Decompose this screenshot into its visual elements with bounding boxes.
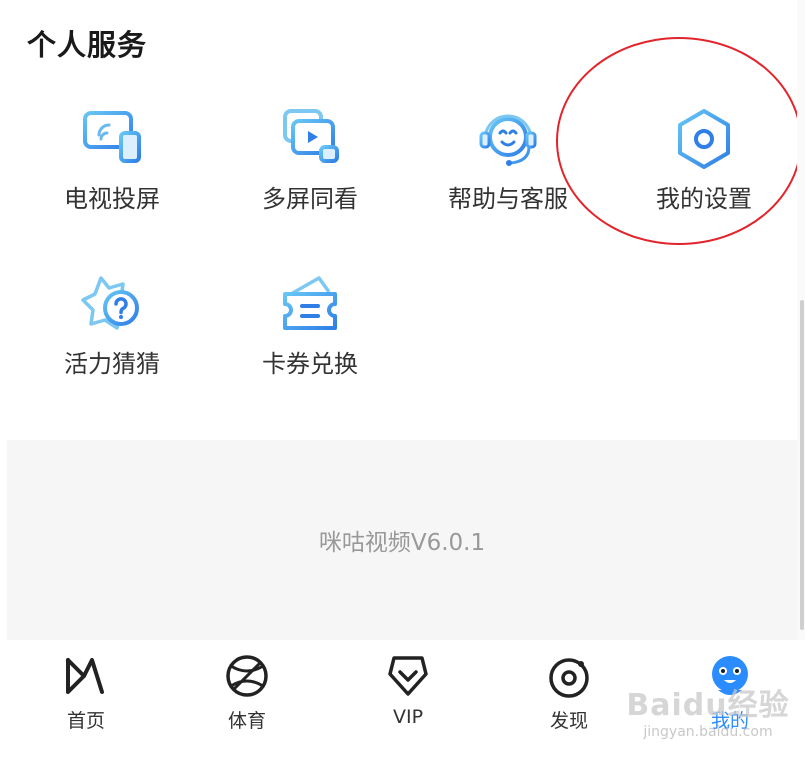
tab-label: 我的 (710, 710, 749, 732)
migu-logo-icon (66, 658, 104, 694)
service-label: 电视投屏 (64, 185, 160, 213)
service-tv-cast[interactable]: 电视投屏 (12, 105, 212, 235)
vip-diamond-icon (388, 656, 428, 696)
service-label: 活力猜猜 (64, 350, 160, 378)
coupon-wallet-icon (283, 276, 337, 330)
tab-label: 体育 (227, 710, 266, 732)
service-label: 卡券兑换 (262, 350, 358, 378)
star-question-icon (81, 276, 139, 330)
tab-sports[interactable]: 体育 (187, 652, 307, 752)
tab-home[interactable]: 首页 (26, 652, 146, 752)
version-text: 咪咕视频V6.0.1 (318, 530, 486, 556)
mascot-avatar-icon (712, 656, 748, 695)
service-multi-screen[interactable]: 多屏同看 (210, 105, 410, 235)
service-label: 多屏同看 (262, 185, 358, 213)
bottom-tab-bar: 首页 体育 VIP 发现 我的 (0, 640, 805, 765)
basketball-icon (226, 655, 268, 697)
tab-discover[interactable]: 发现 (509, 652, 629, 752)
tab-vip[interactable]: VIP (348, 652, 468, 752)
service-vitality-guess[interactable]: 活力猜猜 (12, 270, 212, 400)
service-my-settings[interactable]: 我的设置 (604, 105, 804, 235)
scrollbar-thumb[interactable] (800, 300, 804, 630)
tab-label: VIP (392, 706, 424, 728)
version-panel: 咪咕视频V6.0.1 (7, 440, 797, 640)
tab-mine[interactable]: 我的 (670, 652, 790, 752)
service-label: 我的设置 (656, 185, 752, 213)
scrollbar[interactable] (797, 0, 805, 640)
tab-label: 首页 (66, 710, 105, 732)
service-label: 帮助与客服 (448, 185, 568, 213)
section-title: 个人服务 (27, 28, 148, 62)
service-help-support[interactable]: 帮助与客服 (408, 105, 608, 235)
tv-cast-icon (83, 111, 141, 163)
headset-icon (479, 114, 537, 166)
multi-screen-icon (283, 109, 339, 163)
service-coupon-redeem[interactable]: 卡券兑换 (210, 270, 410, 400)
settings-hexagon-icon (678, 109, 730, 169)
discover-icon (549, 658, 589, 698)
tab-label: 发现 (549, 710, 588, 732)
